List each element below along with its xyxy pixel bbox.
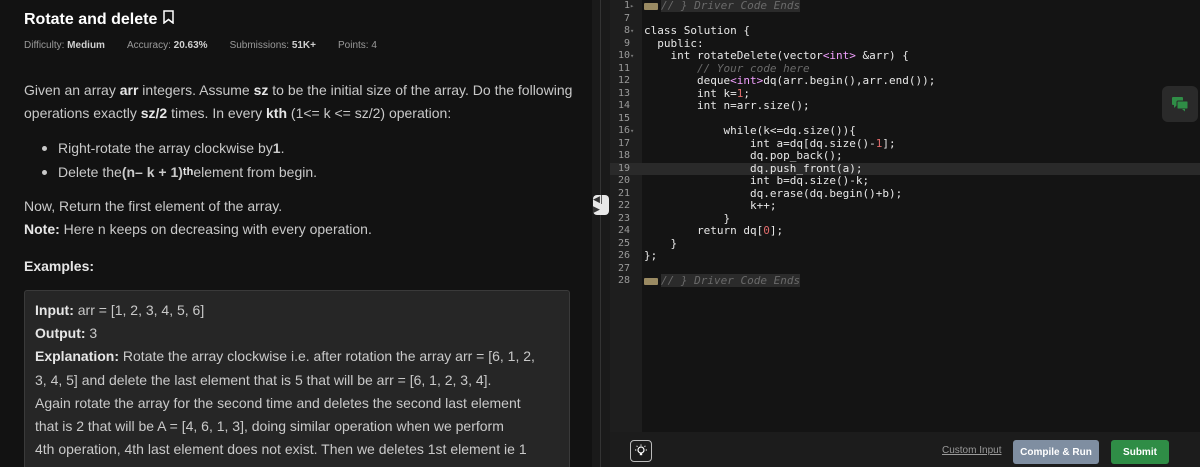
line-number: 15 [617,112,630,124]
operation-list: Right-rotate the array clockwise by 1. D… [42,136,317,184]
code-line[interactable]: 25 } [610,237,1200,251]
code-line[interactable]: 24 return dq[0]; [610,224,1200,238]
code-line[interactable]: 8 ▾ class Solution { [610,24,1200,38]
problem-panel: Rotate and delete Difficulty: Medium Acc… [0,0,592,467]
description-line: Given an array arr integers. Assume sz t… [24,82,573,98]
line-number: 26 [617,250,630,261]
line-number: 19 [617,162,630,174]
code-text: while(k<=dq.size()){ [644,124,856,137]
line-number: 27 [617,262,630,274]
compile-run-button[interactable]: Compile & Run [1013,440,1099,464]
line-number: 13 [617,87,630,99]
collapsed-comment: // } Driver Code Ends [661,0,801,12]
code-line[interactable]: 28 // } Driver Code Ends [610,274,1200,288]
code-text: int n=arr.size(); [644,99,810,112]
custom-input-link[interactable]: Custom Input [942,445,1001,456]
code-text: int b=dq.size()-k; [644,174,870,187]
example-explanation-line: Again rotate the array for the second ti… [35,394,521,411]
note: Note: Here n keeps on decreasing with ev… [24,221,372,237]
line-number: 20 [617,175,630,186]
example-explanation-line: that is 2 that will be A = [4, 6, 1, 3],… [35,418,504,435]
line-number: 14 [617,100,630,111]
code-line[interactable]: 18 dq.pop_back(); [610,149,1200,163]
collapsed-marker-icon[interactable] [644,277,658,285]
code-text: class Solution { [644,24,750,37]
code-line[interactable]: 1 ▸ // } Driver Code Ends [610,0,1200,13]
code-text: dq.pop_back(); [644,149,843,162]
code-text: k++; [644,199,777,212]
code-line[interactable]: 20 int b=dq.size()-k; [610,174,1200,188]
code-line[interactable]: 14 int n=arr.size(); [610,99,1200,113]
problem-title: Rotate and delete [24,10,175,29]
code-text: }; [644,249,658,262]
editor-action-bar: Custom Input Compile & Run Submit [610,432,1200,467]
line-number: 23 [617,212,630,224]
bookmark-icon[interactable] [163,10,175,29]
difficulty: Difficulty: Medium [24,40,105,51]
line-number: 10 [617,50,630,61]
example-output: Output: 3 [35,325,98,342]
example-explanation-line: 3, 4, 5] and delete the last element tha… [35,371,492,388]
code-text: return dq[0]; [644,224,784,237]
line-number: 22 [617,200,630,211]
problem-meta: Difficulty: Medium Accuracy: 20.63% Subm… [24,40,377,51]
line-number: 24 [617,225,630,236]
list-item: Delete the (n– k + 1) th element from beg… [42,160,317,184]
fold-toggle-icon[interactable]: ▸ [630,0,640,13]
points: Points: 4 [338,40,377,51]
fold-toggle-icon[interactable]: ▾ [630,50,640,63]
line-number: 16 [617,125,630,136]
line-number: 8 [623,25,630,36]
description-line: operations exactly sz/2 times. In every … [24,105,452,121]
example-input: Input: arr = [1, 2, 3, 4, 5, 6] [35,302,205,318]
line-number: 1 [623,0,630,11]
line-number: 7 [623,12,630,24]
code-editor[interactable]: 1 ▸// } Driver Code Ends 7 8 ▾ class Solution… [610,0,1200,432]
code-line[interactable]: 10 ▾ int rotateDelete(vector<int> &arr) { [610,49,1200,63]
collapsed-comment: // } Driver Code Ends [661,274,801,287]
code-text: int rotateDelete(vector<int> &arr) { [644,49,909,62]
examples-heading: Examples: [24,258,95,274]
line-number: 25 [617,237,630,249]
example-explanation: Explanation: Rotate the array clockwise … [35,348,535,365]
fold-toggle-icon[interactable]: ▾ [630,125,640,138]
code-line[interactable]: 26}; [610,249,1200,263]
line-number: 18 [617,150,630,161]
collapsed-region: // } Driver Code Ends [644,0,801,13]
return-statement: Now, Return the first element of the arr… [24,198,283,214]
collapsed-region: // } Driver Code Ends [644,274,801,288]
submissions: Submissions: 51K+ [229,40,316,51]
fold-toggle-icon[interactable]: ▾ [630,25,640,38]
line-number: 21 [617,187,630,199]
accuracy: Accuracy: 20.63% [126,40,208,51]
example-explanation-line: 4th operation, 4th last element does not… [35,441,527,458]
code-text: deque<int>dq(arr.begin(),arr.end()); [644,74,936,87]
list-item: Right-rotate the array clockwise by 1. [42,136,317,160]
code-line[interactable]: 16 ▾ while(k<=dq.size()){ [610,124,1200,138]
example-box: Input: arr = [1, 2, 3, 4, 5, 6] Output: … [24,290,570,467]
line-number: 28 [617,275,630,286]
submit-button[interactable]: Submit [1111,440,1169,464]
hint-bulb-icon[interactable] [630,440,652,462]
line-number: 12 [617,75,630,86]
problem-title-text: Rotate and delete [24,10,158,28]
code-line[interactable]: 22 k++; [610,199,1200,213]
panel-splitter[interactable]: ◀|▶ [592,0,610,467]
collapsed-marker-icon[interactable] [644,2,658,10]
line-number: 17 [617,137,630,149]
drag-handle-icon[interactable]: ◀|▶ [593,195,609,215]
line-number: 11 [617,62,630,74]
code-line[interactable]: 12 deque<int>dq(arr.begin(),arr.end()); [610,74,1200,88]
chat-icon[interactable] [1162,86,1198,122]
line-number: 9 [623,37,630,49]
